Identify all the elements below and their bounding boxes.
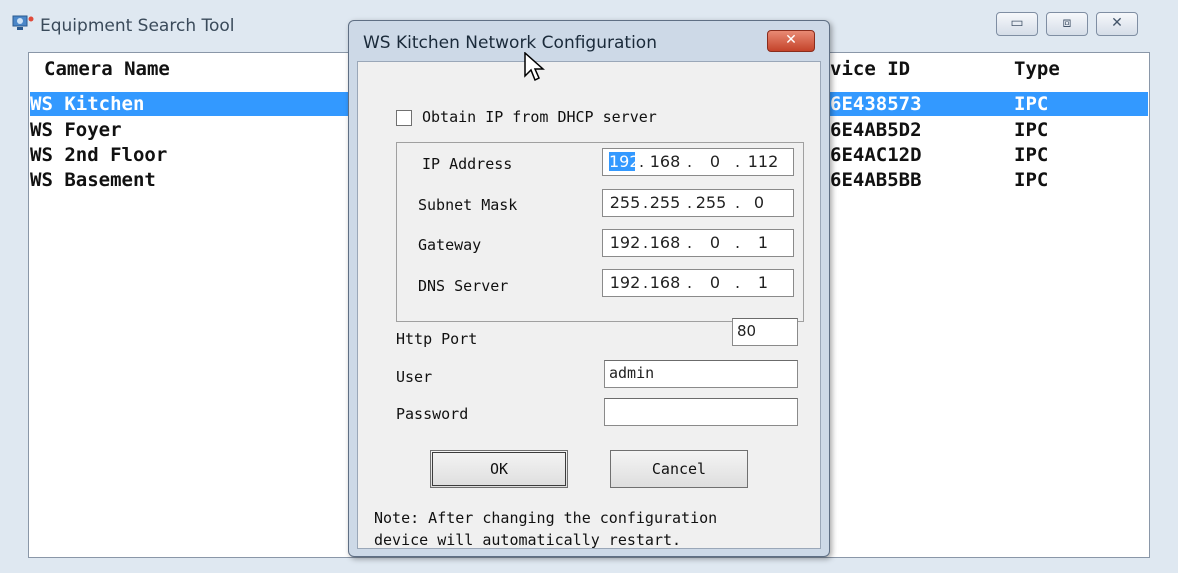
minimize-button[interactable]: ▭ bbox=[996, 12, 1038, 36]
type-cell: IPC bbox=[1014, 169, 1049, 191]
user-label: User bbox=[396, 368, 433, 386]
dns-octet-3: 0 bbox=[709, 273, 721, 292]
cancel-label: Cancel bbox=[651, 460, 707, 478]
separator: . bbox=[687, 273, 693, 292]
cancel-button[interactable]: Cancel bbox=[610, 450, 748, 488]
subnet-mask-label: Subnet Mask bbox=[418, 196, 518, 214]
ip-octet-2: 168 bbox=[649, 152, 681, 171]
note-line-1: Note: After changing the configuration bbox=[374, 509, 718, 527]
dns-octet-1: 192 bbox=[609, 273, 641, 292]
dhcp-checkbox[interactable] bbox=[396, 110, 412, 126]
gateway-octet-1: 192 bbox=[609, 233, 641, 252]
ip-octet-1: 192 bbox=[609, 152, 640, 171]
window-title: Equipment Search Tool bbox=[40, 16, 235, 36]
camera-name-cell: WS Foyer bbox=[30, 119, 122, 141]
device-id-cell: 6E4AC12D bbox=[830, 144, 922, 166]
subnet-octet-3: 255 bbox=[695, 193, 727, 212]
camera-name-cell: WS Basement bbox=[30, 169, 156, 191]
column-header-type[interactable]: Type bbox=[1014, 58, 1060, 80]
gateway-label: Gateway bbox=[418, 236, 482, 254]
http-port-input[interactable]: 80 bbox=[732, 318, 798, 346]
mouse-cursor-icon bbox=[524, 52, 545, 82]
gateway-field[interactable]: 192 . 168 . 0 . 1 bbox=[602, 229, 794, 257]
note-line-2: device will automatically restart. bbox=[374, 531, 682, 549]
ip-address-label: IP Address bbox=[422, 155, 513, 173]
subnet-octet-1: 255 bbox=[609, 193, 641, 212]
gateway-octet-4: 1 bbox=[757, 233, 769, 252]
device-id-cell: 6E4AB5BB bbox=[830, 169, 922, 191]
http-port-label: Http Port bbox=[396, 330, 478, 348]
close-button[interactable]: ✕ bbox=[1096, 12, 1138, 36]
separator: . bbox=[639, 152, 645, 171]
camera-name-cell: WS Kitchen bbox=[30, 93, 145, 115]
type-cell: IPC bbox=[1014, 144, 1049, 166]
camera-name-cell: WS 2nd Floor bbox=[30, 144, 168, 166]
device-id-cell: 6E4AB5D2 bbox=[830, 119, 922, 141]
subnet-octet-2: 255 bbox=[649, 193, 681, 212]
column-header-camera-name[interactable]: Camera Name bbox=[44, 58, 170, 80]
minimize-icon: ▭ bbox=[1010, 15, 1024, 31]
dialog-close-button[interactable]: ✕ bbox=[767, 30, 815, 52]
subnet-octet-4: 0 bbox=[753, 193, 765, 212]
dialog-title: WS Kitchen Network Configuration bbox=[363, 33, 657, 53]
user-value: admin bbox=[609, 364, 655, 382]
password-input[interactable] bbox=[604, 398, 798, 426]
app-icon bbox=[12, 15, 34, 30]
device-id-cell: 6E438573 bbox=[830, 93, 922, 115]
separator: . bbox=[735, 233, 741, 252]
column-header-device-id[interactable]: vice ID bbox=[830, 58, 910, 80]
password-label: Password bbox=[396, 405, 469, 423]
maximize-icon: ⧈ bbox=[1062, 15, 1072, 31]
ok-button[interactable]: OK bbox=[430, 450, 568, 488]
dns-octet-2: 168 bbox=[649, 273, 681, 292]
dns-server-label: DNS Server bbox=[418, 277, 509, 295]
dns-server-field[interactable]: 192 . 168 . 0 . 1 bbox=[602, 269, 794, 297]
ip-octet-3: 0 bbox=[709, 152, 721, 171]
type-cell: IPC bbox=[1014, 93, 1049, 115]
type-cell: IPC bbox=[1014, 119, 1049, 141]
user-input[interactable]: admin bbox=[604, 360, 798, 388]
close-icon: ✕ bbox=[785, 32, 797, 48]
separator: . bbox=[735, 152, 741, 171]
separator: . bbox=[735, 273, 741, 292]
maximize-button[interactable]: ⧈ bbox=[1046, 12, 1088, 36]
dhcp-label: Obtain IP from DHCP server bbox=[422, 108, 657, 126]
ok-label: OK bbox=[489, 460, 509, 478]
ip-octet-4: 112 bbox=[747, 152, 779, 171]
subnet-mask-field[interactable]: 255 . 255 . 255 . 0 bbox=[602, 189, 794, 217]
separator: . bbox=[687, 152, 693, 171]
http-port-value: 80 bbox=[737, 322, 757, 340]
gateway-octet-3: 0 bbox=[709, 233, 721, 252]
network-config-dialog: WS Kitchen Network Configuration ✕ Obtai… bbox=[348, 20, 830, 557]
separator: . bbox=[687, 233, 693, 252]
ip-address-field[interactable]: 192 . 168 . 0 . 112 bbox=[602, 148, 794, 176]
gateway-octet-2: 168 bbox=[649, 233, 681, 252]
dns-octet-4: 1 bbox=[757, 273, 769, 292]
close-icon: ✕ bbox=[1111, 15, 1123, 31]
dialog-body: Obtain IP from DHCP server IP Address 19… bbox=[357, 61, 821, 549]
